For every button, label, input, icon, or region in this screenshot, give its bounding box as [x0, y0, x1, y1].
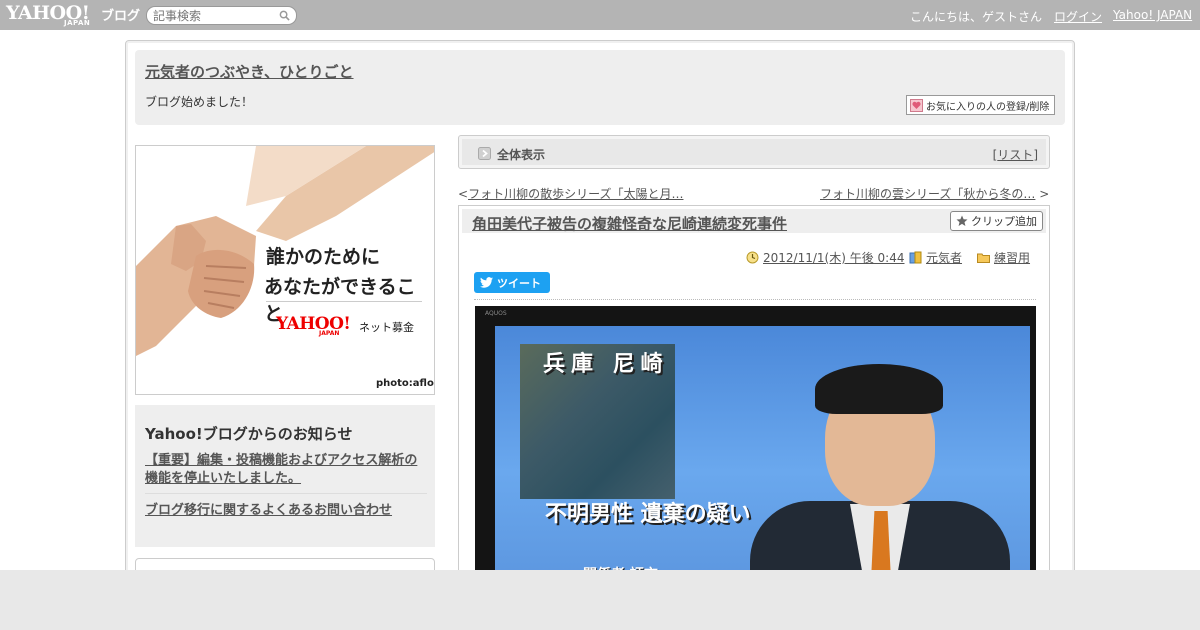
yahoo-japan-link[interactable]: Yahoo! JAPAN: [1113, 8, 1192, 22]
notice-item-important[interactable]: 【重要】編集・投稿機能およびアクセス解析の機能を停止いたしました。: [145, 452, 427, 488]
article-author-link[interactable]: 元気者: [926, 249, 962, 266]
blog-description: ブログ始めました！: [145, 95, 254, 109]
yahoo-blog-logo[interactable]: YAHOO! JAPAN ブログ: [6, 2, 142, 28]
tweet-label: ツイート: [497, 276, 541, 290]
ad-headline-1: 誰かのために: [266, 246, 381, 268]
ad-divider: [266, 301, 422, 302]
twitter-bird-icon: [480, 277, 493, 288]
article-entry: 角田美代子被告の複雑怪奇な尼崎連続変死事件 クリップ追加 2012/11/1(木…: [458, 205, 1050, 586]
clock-icon: [746, 251, 759, 264]
star-icon: [956, 215, 968, 226]
prev-marker: <: [458, 187, 469, 201]
ad-service-name: ネット募金: [359, 321, 414, 334]
view-all-label: 全体表示: [497, 148, 546, 162]
search-icon[interactable]: [279, 10, 290, 21]
clip-add-button[interactable]: クリップ追加: [950, 211, 1043, 231]
next-article-nav: フォト川柳の雲シリーズ「秋から冬の… >: [820, 185, 1049, 202]
article-divider: [474, 299, 1036, 300]
view-mode-bar: 全体表示 [リスト]: [458, 135, 1050, 169]
prev-article-link[interactable]: フォト川柳の散歩シリーズ「太陽と月…: [468, 187, 683, 201]
prev-article-nav: <フォト川柳の散歩シリーズ「太陽と月…: [458, 185, 683, 202]
logo-blog-text: ブログ: [101, 9, 141, 24]
favorite-register-button[interactable]: お気に入りの人の登録/削除: [906, 95, 1055, 115]
view-mode-inner: 全体表示 [リスト]: [462, 139, 1046, 165]
list-view-toggle: [リスト]: [993, 146, 1038, 163]
notice-divider: [145, 493, 427, 494]
notice-title: Yahoo!ブログからのお知らせ: [145, 425, 353, 443]
logo-japan-text: JAPAN: [64, 19, 91, 27]
article-category: 練習用: [977, 249, 1030, 266]
search-box: [146, 6, 297, 25]
next-marker: >: [1039, 187, 1050, 201]
ad-photo-credit: photo:aflo: [376, 378, 434, 389]
heart-icon: [910, 98, 923, 112]
login-link[interactable]: ログイン: [1054, 8, 1102, 25]
tv-brand-text: AQUOS: [485, 310, 507, 317]
bottom-strip: [0, 570, 1200, 630]
article-photo[interactable]: AQUOS 兵庫 尼崎 不明男性 遺棄の疑い 関係者 証言: [475, 306, 1036, 586]
arrow-right-icon: [478, 147, 491, 160]
anchor-hair: [815, 364, 943, 414]
top-bar: YAHOO! JAPAN ブログ こんにちは、ゲストさん ログイン Yahoo!…: [0, 0, 1200, 30]
next-article-link[interactable]: フォト川柳の雲シリーズ「秋から冬の…: [820, 187, 1035, 201]
favorite-register-label: お気に入りの人の登録/削除: [926, 101, 1050, 113]
article-header: 角田美代子被告の複雑怪奇な尼崎連続変死事件 クリップ追加: [462, 209, 1046, 233]
article-category-link[interactable]: 練習用: [994, 249, 1030, 266]
article-date-link[interactable]: 2012/11/1(木) 午後 0:44: [763, 249, 904, 266]
ad-japan-text: JAPAN: [319, 330, 340, 337]
charity-ad-banner[interactable]: 誰かのために あなたができること YAHOO! JAPAN ネット募金 phot…: [135, 145, 435, 395]
tv-screen: 兵庫 尼崎 不明男性 遺棄の疑い 関係者 証言: [495, 326, 1030, 586]
list-bracket-close: ]: [1033, 148, 1038, 162]
list-view-link[interactable]: リスト: [997, 148, 1033, 162]
greeting-text: こんにちは、ゲストさん: [910, 10, 1043, 24]
folder-icon: [977, 253, 990, 263]
yahoo-blog-notice-box: Yahoo!ブログからのお知らせ 【重要】編集・投稿機能およびアクセス解析の機能…: [135, 405, 435, 547]
author-icon: [909, 251, 922, 264]
article-author: 元気者: [909, 249, 962, 266]
article-title[interactable]: 角田美代子被告の複雑怪奇な尼崎連続変死事件: [472, 213, 787, 234]
photo-caption-place: 兵庫 尼崎: [543, 352, 669, 377]
blog-title[interactable]: 元気者のつぶやき、ひとりごと: [145, 61, 354, 82]
handshake-image: [136, 146, 434, 356]
photo-caption-headline: 不明男性 遺棄の疑い: [545, 502, 751, 527]
search-input[interactable]: [153, 8, 273, 23]
tweet-button[interactable]: ツイート: [474, 272, 550, 293]
article-date: 2012/11/1(木) 午後 0:44: [746, 249, 904, 266]
clip-add-label: クリップ追加: [971, 215, 1037, 228]
notice-item-faq[interactable]: ブログ移行に関するよくあるお問い合わせ: [145, 499, 392, 518]
